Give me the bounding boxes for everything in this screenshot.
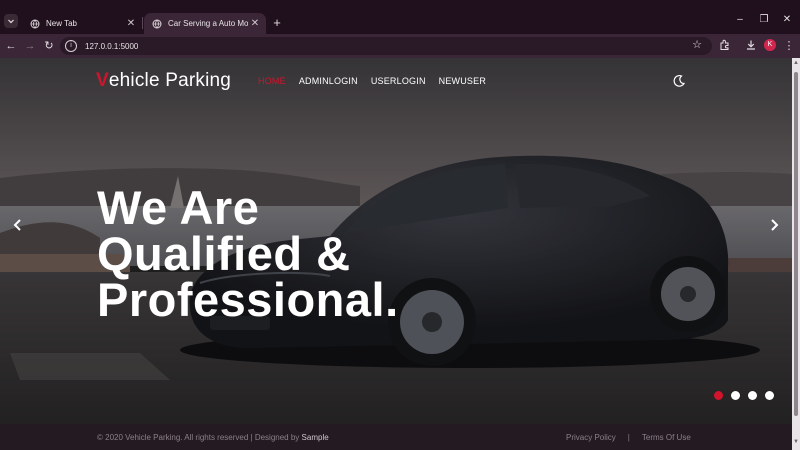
logo-text: ehicle Parking [108,70,232,91]
copyright-text: © 2020 Vehicle Parking. All rights reser… [97,433,329,442]
moon-icon[interactable] [672,74,686,88]
page-viewport: Vehicle Parking HOME ADMINLOGIN USERLOGI… [0,58,792,450]
close-icon[interactable]: ✕ [124,18,138,29]
globe-icon [152,19,162,29]
copyright-label: © 2020 Vehicle Parking. All rights reser… [97,433,300,442]
carousel-dot[interactable] [748,391,757,400]
maximize-icon[interactable]: ❐ [757,14,771,25]
reload-icon[interactable]: ↻ [42,39,56,53]
tab-title: New Tab [46,19,77,28]
nav-home[interactable]: HOME [258,76,286,86]
designer-link[interactable]: Sample [302,433,329,442]
chevron-left-icon[interactable] [11,218,25,237]
footer-link-separator: | [627,433,630,442]
star-icon[interactable]: ☆ [692,38,702,51]
logo-accent-letter: V [96,70,109,91]
tab-title: Car Serving a Auto Mobile Cat [168,19,248,28]
hero-banner: Vehicle Parking HOME ADMINLOGIN USERLOGI… [0,58,792,424]
browser-toolbar: ← → ↻ i 127.0.0.1:5000 ☆ K ⋮ [0,34,800,58]
tab-divider [142,17,143,29]
footer-links: Privacy Policy | Terms Of Use [566,433,691,442]
carousel-dot[interactable] [714,391,723,400]
plus-icon[interactable]: + [270,14,284,32]
main-nav: HOME ADMINLOGIN USERLOGIN NEWUSER [258,76,486,86]
site-footer: © 2020 Vehicle Parking. All rights reser… [0,424,792,450]
close-icon[interactable]: ✕ [780,14,794,25]
scrollbar-thumb[interactable] [794,72,798,416]
address-bar[interactable]: i 127.0.0.1:5000 ☆ [60,37,712,55]
tab-new-tab[interactable]: New Tab ✕ [22,13,142,34]
menu-icon[interactable]: ⋮ [782,39,796,53]
scroll-up-icon[interactable]: ▲ [793,60,799,66]
profile-avatar[interactable]: K [764,39,776,51]
hero-line-2: Qualified & [97,227,351,280]
download-icon[interactable] [744,39,758,53]
tab-car-serving[interactable]: Car Serving a Auto Mobile Cat ✕ [144,13,266,34]
scroll-down-icon[interactable]: ▼ [793,439,799,445]
privacy-policy-link[interactable]: Privacy Policy [566,433,616,442]
page-scrollbar[interactable]: ▲ ▼ [792,58,800,450]
carousel-dot[interactable] [765,391,774,400]
globe-icon [30,19,40,29]
nav-userlogin[interactable]: USERLOGIN [371,76,426,86]
site-info-icon[interactable]: i [65,40,77,52]
chevron-right-icon[interactable] [767,218,781,237]
carousel-dot[interactable] [731,391,740,400]
browser-tab-strip: New Tab ✕ Car Serving a Auto Mobile Cat … [0,0,800,34]
hero-headline: We Are Qualified & Professional. [97,181,399,326]
url-text[interactable]: 127.0.0.1:5000 [85,42,138,51]
extensions-icon[interactable] [718,39,732,53]
hero-line-1: We Are [97,181,260,234]
minimize-icon[interactable]: – [733,14,747,25]
forward-icon[interactable]: → [23,39,37,53]
nav-adminlogin[interactable]: ADMINLOGIN [299,76,358,86]
nav-newuser[interactable]: NEWUSER [439,76,486,86]
hero-line-3: Professional. [97,273,399,326]
back-icon[interactable]: ← [4,39,18,53]
tab-search-icon[interactable] [4,14,18,28]
close-icon[interactable]: ✕ [248,18,262,29]
terms-of-use-link[interactable]: Terms Of Use [642,433,691,442]
site-logo[interactable]: Vehicle Parking [96,70,231,92]
carousel-indicators [714,391,774,400]
